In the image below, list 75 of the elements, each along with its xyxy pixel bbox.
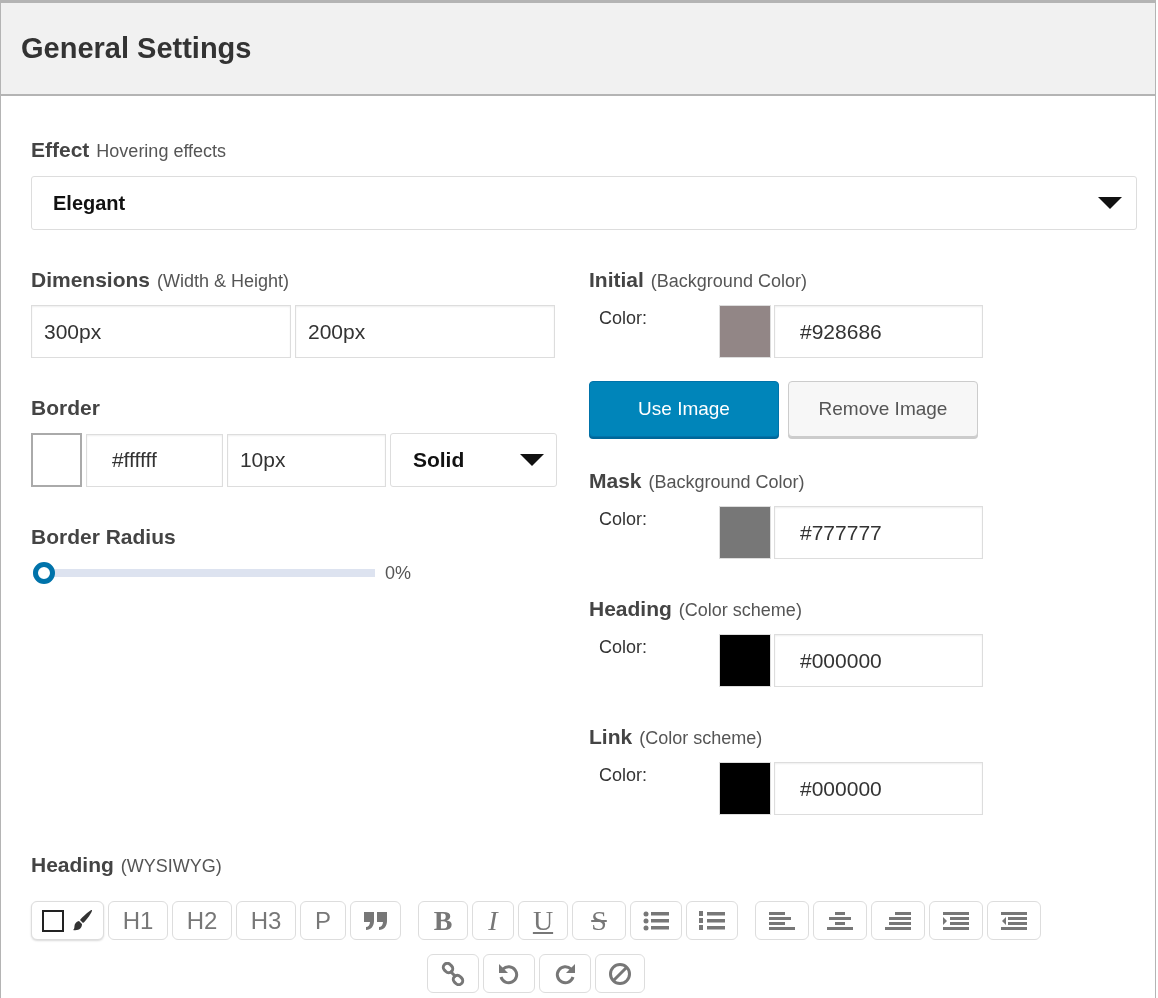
align-center-button[interactable]	[813, 901, 867, 940]
width-input[interactable]: 300px	[31, 305, 291, 358]
color-swatch[interactable]	[719, 634, 771, 687]
border-style-dropdown[interactable]: Solid	[389, 433, 557, 487]
field-hint: (Width & Height)	[157, 271, 290, 292]
color-label: Color:	[599, 307, 648, 329]
height-input[interactable]: 200px	[295, 305, 555, 358]
color-input[interactable]: #777777	[774, 506, 983, 559]
format-button[interactable]: H3	[236, 901, 296, 940]
color-input[interactable]: #000000	[774, 762, 983, 815]
field-hint: Hovering effects	[96, 141, 227, 162]
style-button[interactable]: I	[472, 901, 514, 940]
align-left-button[interactable]	[755, 901, 809, 940]
outdent-icon	[1001, 910, 1027, 931]
text-color-button[interactable]	[31, 901, 104, 940]
field-label: Border	[31, 396, 100, 420]
style-button[interactable]: U	[518, 901, 568, 940]
color-swatch[interactable]	[719, 305, 771, 358]
redo-button[interactable]	[539, 954, 591, 993]
format-button[interactable]: P	[300, 901, 346, 940]
border-color-swatch[interactable]	[31, 433, 82, 487]
quote-button[interactable]	[350, 901, 401, 940]
color-square-icon	[41, 909, 64, 932]
field-hint: (Background Color)	[650, 271, 807, 292]
align-right-button[interactable]	[871, 901, 925, 940]
color-input[interactable]: #928686	[774, 305, 983, 358]
field-hint: (Background Color)	[648, 472, 805, 493]
panel-title: General Settings	[21, 32, 252, 65]
format-button[interactable]: H1	[108, 901, 168, 940]
format-button[interactable]: H2	[172, 901, 232, 940]
outdent-button[interactable]	[987, 901, 1041, 940]
link-button[interactable]	[427, 954, 479, 993]
undo-icon	[497, 961, 521, 986]
effect-dropdown[interactable]: Elegant	[31, 176, 1137, 230]
field-label: Heading	[31, 853, 114, 877]
field-label: Heading	[589, 597, 672, 621]
color-label: Color:	[599, 636, 648, 658]
slider-value: 0%	[385, 562, 411, 584]
style-button[interactable]: B	[418, 901, 468, 940]
indent-icon	[943, 910, 969, 931]
indent-button[interactable]	[929, 901, 983, 940]
field-label: Border Radius	[31, 525, 176, 549]
numbered-list-button[interactable]	[686, 901, 738, 940]
field-hint: (Color scheme)	[678, 600, 802, 621]
field-label: Dimensions	[31, 268, 151, 292]
caret-icon	[520, 454, 544, 466]
align-right-icon	[885, 910, 911, 931]
clear-format-button[interactable]	[595, 954, 645, 993]
border-color-input[interactable]: #ffffff	[85, 433, 223, 487]
align-left-icon	[769, 910, 795, 931]
quote-icon	[362, 910, 389, 931]
bullet-list-button[interactable]	[630, 901, 682, 940]
prohibited-icon	[608, 961, 632, 986]
undo-button[interactable]	[483, 954, 535, 993]
field-label: Effect	[31, 138, 90, 162]
image-button[interactable]: Use Image	[589, 381, 779, 437]
color-swatch[interactable]	[719, 762, 771, 815]
field-hint: (WYSIWYG)	[120, 856, 222, 877]
caret-icon	[1098, 197, 1122, 209]
field-label: Initial	[589, 268, 644, 292]
border-size-input[interactable]: 10px	[226, 433, 386, 487]
slider-thumb[interactable]	[33, 562, 55, 584]
image-button[interactable]: Remove Image	[788, 381, 978, 437]
field-hint: (Color scheme)	[639, 728, 763, 749]
field-label: Link	[589, 725, 633, 749]
numbered-list-icon	[699, 909, 725, 932]
style-button[interactable]: S	[572, 901, 626, 940]
bullet-list-icon	[643, 910, 669, 931]
color-swatch[interactable]	[719, 506, 771, 559]
color-label: Color:	[599, 764, 648, 786]
field-label: Mask	[589, 469, 642, 493]
color-input[interactable]: #000000	[774, 634, 983, 687]
chain-link-icon	[441, 961, 465, 986]
color-label: Color:	[599, 508, 648, 530]
align-center-icon	[827, 910, 853, 931]
